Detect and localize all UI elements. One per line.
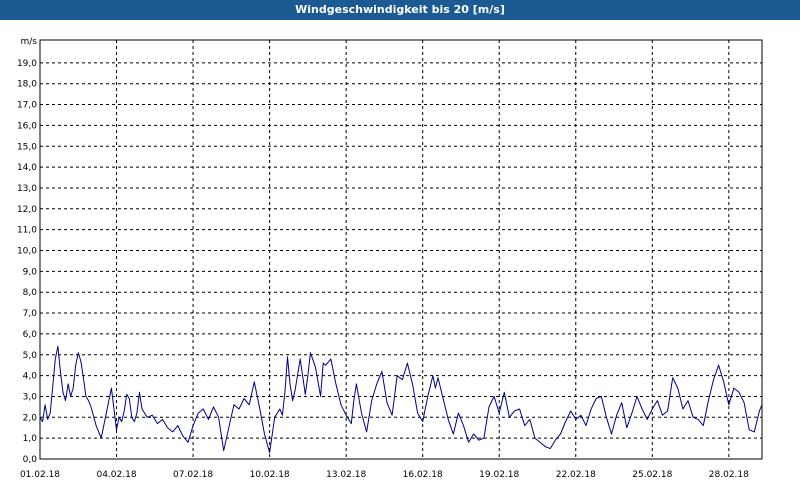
y-tick-label: 14,0 [17, 163, 37, 173]
y-tick-label: 8,0 [23, 288, 38, 298]
y-tick-label: 6,0 [23, 330, 38, 340]
x-tick-label: 01.02.18 [20, 470, 60, 480]
series-layer [39, 345, 763, 454]
y-axis-label: m/s [21, 37, 38, 47]
y-tick-label: 15,0 [17, 142, 37, 152]
x-tick-label: 28.02.18 [709, 470, 749, 480]
x-tick-label: 19.02.18 [479, 470, 519, 480]
y-tick-label: 2,0 [23, 413, 38, 423]
y-tick-label: 17,0 [17, 101, 37, 111]
x-tick-label: 13.02.18 [326, 470, 366, 480]
y-tick-label: 13,0 [17, 184, 37, 194]
y-tick-label: 12,0 [17, 205, 37, 215]
x-tick-label: 25.02.18 [632, 470, 672, 480]
chart-window: Windgeschwindigkeit bis 20 [m/s] 0,0 1,0 2… [0, 0, 800, 500]
x-tick-label: 07.02.18 [173, 470, 213, 480]
y-tick-label: 4,0 [23, 372, 38, 382]
y-tick-label: 7,0 [23, 309, 38, 319]
y-tick-label: 5,0 [23, 351, 38, 361]
y-tick-label: 1,0 [23, 434, 38, 444]
x-tick-label: 10.02.18 [250, 470, 290, 480]
y-tick-label: 18,0 [17, 80, 37, 90]
y-tick-label: 11,0 [17, 226, 37, 236]
y-tick-label: 9,0 [23, 267, 38, 277]
y-tick-label: 0,0 [23, 455, 38, 465]
grid-layer [40, 40, 762, 459]
plot-area: 0,0 1,0 2,0 3,0 4,0 5,0 6,0 7,0 8,0 9,0 10,0 11,0 12… [0, 20, 800, 500]
wind-speed-series-line [39, 345, 763, 454]
x-tick-label: 16.02.18 [403, 470, 443, 480]
x-tick-label: 04.02.18 [96, 470, 136, 480]
wind-speed-chart: 0,0 1,0 2,0 3,0 4,0 5,0 6,0 7,0 8,0 9,0 10,0 11,0 12… [17, 37, 763, 480]
y-tick-label: 10,0 [17, 247, 37, 257]
x-tick-label: 22.02.18 [556, 470, 596, 480]
window-title: Windgeschwindigkeit bis 20 [m/s] [0, 0, 800, 20]
y-tick-label: 19,0 [17, 59, 37, 69]
y-tick-label: 3,0 [23, 392, 38, 402]
y-tick-label: 16,0 [17, 121, 37, 131]
